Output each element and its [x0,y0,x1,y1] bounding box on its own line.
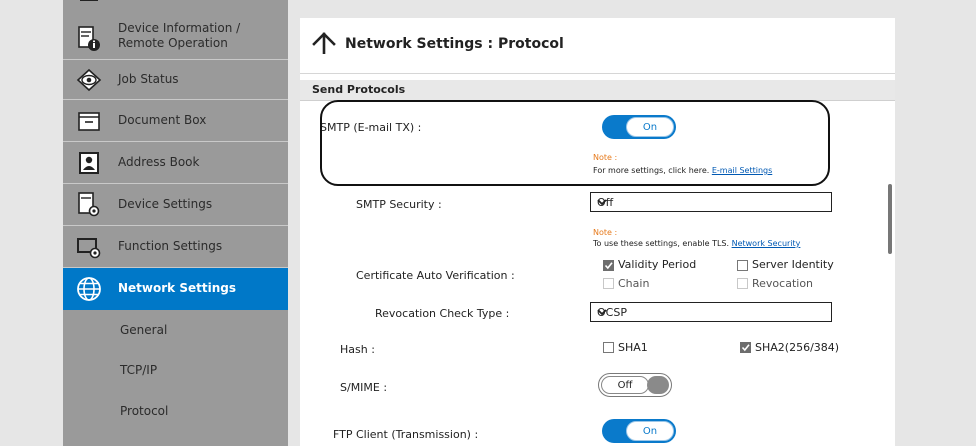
section-title: Send Protocols [312,83,406,96]
sidebar-item-document-box[interactable]: Document Box [63,100,288,142]
sha2-checkbox[interactable] [740,342,751,353]
sidebar-item-label: Network Settings [118,281,236,295]
function-settings-icon [76,234,102,260]
sidebar-item-address-book[interactable]: Address Book [63,142,288,184]
network-security-link[interactable]: Network Security [732,239,801,248]
highlight-outline [320,100,830,186]
checkbox-label: Validity Period [618,258,697,271]
validity-period-checkbox[interactable] [603,260,614,271]
sidebar-item-job-status[interactable]: Job Status [63,60,288,100]
checkbox-label: SHA1 [618,341,648,354]
sidebar-item-label: Job Status [118,72,179,86]
scrollbar-thumb[interactable] [888,184,892,254]
sidebar-subitem-label: General [120,322,168,337]
note-text: To use these settings, enable TLS. Netwo… [593,239,801,248]
sidebar-subitem-label: TCP/IP [120,362,158,377]
smtp-security-label: SMTP Security : [356,198,442,211]
smime-toggle[interactable]: Off [598,373,672,397]
home-icon [76,0,102,8]
sidebar-item-device-settings[interactable]: Device Settings [63,184,288,226]
checkbox-label: SHA2(256/384) [755,341,840,354]
hash-label: Hash : [340,343,375,356]
arrow-up-icon[interactable] [312,32,336,58]
main-panel: Network Settings : Protocol Send Protoco… [300,18,895,446]
page-header: Network Settings : Protocol [300,18,895,74]
sidebar-item-function-settings[interactable]: Function Settings [63,226,288,268]
checkbox-label: Revocation [752,277,814,290]
eye-icon [76,67,102,93]
toggle-knob: On [626,421,674,441]
server-identity-checkbox[interactable] [737,260,748,271]
revocation-checkbox[interactable] [737,278,748,289]
note-label: Note : [593,228,618,237]
chevron-down-icon [597,197,825,210]
revocation-check-type-label: Revocation Check Type : [375,307,510,320]
document-box-icon [76,108,102,134]
device-info-icon [76,25,102,52]
ftp-client-label: FTP Client (Transmission) : [333,428,479,441]
sidebar-item-network-settings[interactable]: Network Settings [63,268,288,310]
chevron-down-icon [597,307,825,320]
toggle-track [647,376,669,394]
sidebar-subitem-tcp-ip[interactable]: TCP/IP [63,350,288,390]
section-header: Send Protocols [300,80,895,101]
sidebar-subitem-general[interactable]: General [63,310,288,350]
ftp-client-toggle[interactable]: On [602,419,676,443]
smtp-security-select[interactable]: Off [590,192,832,212]
sidebar-item-label: Document Box [118,113,207,127]
sidebar-item-device-information[interactable]: Device Information / Remote Operation [63,18,288,60]
smime-label: S/MIME : [340,381,388,394]
toggle-knob: Off [601,376,649,394]
sidebar-item-label: Function Settings [118,239,223,253]
checkbox-label: Chain [618,277,650,290]
address-book-icon [76,150,102,176]
sidebar-item-label: Address Book [118,155,200,169]
checkbox-label: Server Identity [752,258,834,271]
sha1-checkbox[interactable] [603,342,614,353]
sidebar-item-label: Device Information / Remote Operation [118,21,241,50]
revocation-check-type-select[interactable]: OCSP [590,302,832,322]
cert-verification-label: Certificate Auto Verification : [356,269,515,282]
sidebar-item-label: Device Settings [118,197,213,211]
chain-checkbox[interactable] [603,278,614,289]
page-title: Network Settings : Protocol [345,36,564,52]
sidebar-subitem-label: Protocol [120,403,169,418]
device-settings-icon [76,191,102,218]
globe-icon [76,276,102,302]
sidebar: Device Information / Remote Operation Job… [63,0,288,446]
sidebar-subitem-protocol[interactable]: Protocol [63,391,288,431]
